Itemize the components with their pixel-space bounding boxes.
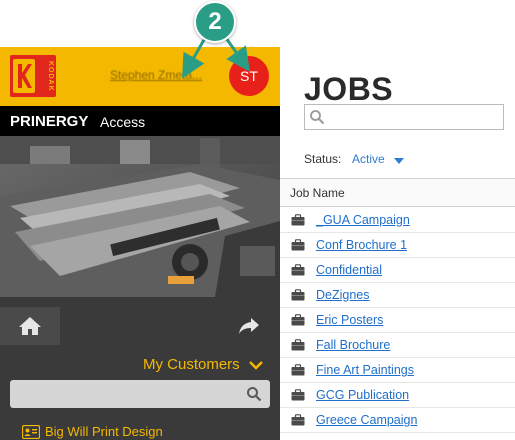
page-title: JOBS xyxy=(304,71,394,107)
job-row: Greece Campaign xyxy=(280,408,515,433)
briefcase-icon xyxy=(291,414,305,426)
job-row: GCG Publication xyxy=(280,383,515,408)
job-row: Fine Art Paintings xyxy=(280,358,515,383)
job-row: Confidential xyxy=(280,258,515,283)
job-link[interactable]: Fine Art Paintings xyxy=(316,363,414,377)
jobs-search-input[interactable] xyxy=(329,108,499,126)
left-panel: KODAK Stephen Zmeta... ST PRINERGY Acces… xyxy=(0,47,280,440)
briefcase-icon xyxy=(291,314,305,326)
home-icon xyxy=(19,317,41,335)
press-image xyxy=(0,136,280,297)
jobs-search xyxy=(304,104,504,130)
customer-list-item[interactable]: Big Will Print Design xyxy=(22,424,272,440)
search-icon[interactable] xyxy=(246,386,262,402)
app-title-bar: PRINERGY Access xyxy=(0,106,280,136)
share-icon[interactable] xyxy=(238,317,260,335)
job-row: Conf Brochure 1 xyxy=(280,233,515,258)
job-link[interactable]: Eric Posters xyxy=(316,313,383,327)
briefcase-icon xyxy=(291,239,305,251)
customer-search xyxy=(10,380,270,408)
nav-row xyxy=(0,307,280,345)
app-screen: 2 KODAK Stephen Zmeta... ST PRINERGY Acc… xyxy=(0,0,515,440)
press-photo xyxy=(0,136,280,297)
job-link[interactable]: _GUA Campaign xyxy=(316,213,410,227)
briefcase-icon xyxy=(291,214,305,226)
job-link[interactable]: Greece Campaign xyxy=(316,413,417,427)
briefcase-icon xyxy=(291,289,305,301)
home-tab[interactable] xyxy=(0,307,60,345)
briefcase-icon xyxy=(291,389,305,401)
kodak-k-icon xyxy=(13,59,35,93)
top-margin xyxy=(0,0,515,47)
job-row: Fall Brochure xyxy=(280,333,515,358)
customer-search-input[interactable] xyxy=(16,384,236,404)
job-row: DeZignes xyxy=(280,283,515,308)
caret-down-icon[interactable] xyxy=(394,158,404,164)
callout-badge: 2 xyxy=(194,1,236,43)
brand-bar: KODAK Stephen Zmeta... ST xyxy=(0,47,280,106)
job-link[interactable]: Fall Brochure xyxy=(316,338,390,352)
app-title: PRINERGY xyxy=(10,113,89,130)
contact-card-icon xyxy=(22,425,40,439)
jobs-panel: JOBS Status: Active Job Name _GUA Campai… xyxy=(280,47,515,440)
kodak-logo[interactable]: KODAK xyxy=(10,55,56,97)
search-icon xyxy=(310,110,325,125)
briefcase-icon xyxy=(291,364,305,376)
column-header-label: Job Name xyxy=(290,186,345,200)
chevron-down-icon[interactable] xyxy=(249,360,263,370)
customers-dropdown[interactable]: My Customers xyxy=(143,356,240,373)
user-avatar[interactable]: ST xyxy=(229,56,269,96)
job-link[interactable]: DeZignes xyxy=(316,288,370,302)
column-header-job-name[interactable]: Job Name xyxy=(280,178,515,207)
user-name-link[interactable]: Stephen Zmeta... xyxy=(110,68,215,82)
job-row: _GUA Campaign xyxy=(280,208,515,233)
customer-label: Big Will Print Design xyxy=(45,424,163,439)
briefcase-icon xyxy=(291,339,305,351)
job-link[interactable]: Conf Brochure 1 xyxy=(316,238,407,252)
job-link[interactable]: Confidential xyxy=(316,263,382,277)
app-subtitle: Access xyxy=(100,114,146,130)
status-filter[interactable]: Active xyxy=(352,152,385,166)
kodak-wordmark: KODAK xyxy=(47,60,54,92)
status-label: Status: xyxy=(304,152,342,166)
job-row: Eric Posters xyxy=(280,308,515,333)
job-link[interactable]: GCG Publication xyxy=(316,388,409,402)
briefcase-icon xyxy=(291,264,305,276)
